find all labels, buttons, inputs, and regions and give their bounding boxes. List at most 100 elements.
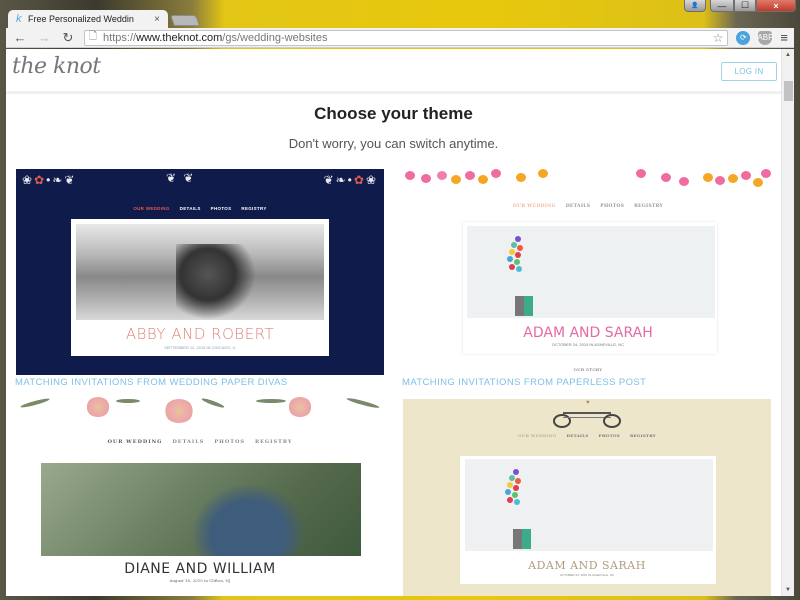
scroll-thumb[interactable]	[784, 81, 793, 101]
couple-figure	[513, 529, 531, 549]
leaf	[346, 396, 380, 410]
theme-nav-item: OUR WEDDING	[512, 204, 556, 209]
wedding-date: OCTOBER 24, 2015 IN ASHEVILLE, NC	[551, 342, 625, 347]
lantern	[405, 171, 415, 180]
tab-strip: k Free Personalized Weddin ×	[8, 10, 201, 28]
lantern	[516, 173, 526, 182]
couple-photo	[465, 459, 713, 551]
couple-figure	[515, 296, 533, 316]
couple-photo	[467, 226, 715, 318]
window-button-group: — ☐ ×	[710, 0, 796, 12]
lantern	[437, 171, 447, 180]
couple-names: ADAM AND SARAH	[528, 559, 646, 572]
theme-card-pink-floral[interactable]: OUR WEDDING DETAILS PHOTOS REGISTRY DIAN…	[16, 395, 384, 596]
leaf	[201, 397, 225, 409]
scroll-up-arrow-icon[interactable]: ▲	[782, 49, 794, 61]
page-viewport: the knot LOG IN Choose your theme Don't …	[6, 49, 794, 596]
lantern	[753, 178, 763, 187]
url-path: /gs/wedding-websites	[222, 31, 328, 44]
our-story-heading: OUR STORY	[573, 367, 603, 372]
forward-button[interactable]: →	[36, 30, 52, 45]
couple-photo	[41, 463, 361, 556]
lantern	[679, 177, 689, 186]
adblock-extension-icon[interactable]: ABP	[757, 30, 773, 45]
back-button[interactable]: ←	[12, 30, 28, 45]
theme-nav-item: PHOTOS	[210, 206, 232, 211]
new-tab-button[interactable]	[169, 15, 201, 26]
site-header: the knot LOG IN	[6, 49, 781, 94]
leaf	[256, 399, 286, 403]
window-controls: 👤 — ☐ ×	[684, 0, 796, 12]
theme-card-lanterns[interactable]: OUR WEDDING DETAILS PHOTOS REGISTRY ADAM…	[403, 169, 773, 379]
url-scheme: https://	[103, 31, 137, 44]
floral-ornament-right: ❦❧•✿❀	[323, 173, 378, 187]
theme-nav-item: REGISTRY	[241, 206, 267, 211]
couple-photo	[76, 224, 324, 320]
lantern	[703, 173, 713, 182]
chrome-menu-icon[interactable]: ≡	[780, 30, 788, 45]
theme-card-navy-floral[interactable]: ❀✿•❧❦ ❦ ❦ ❦❧•✿❀ OUR WEDDING DETAILS PHOT…	[16, 169, 384, 375]
scroll-down-arrow-icon[interactable]: ▼	[782, 584, 794, 596]
tab-title: Free Personalized Weddin	[28, 14, 134, 24]
theme-nav-item: DETAILS	[179, 206, 201, 211]
url-text[interactable]: https://www.theknot.com/gs/wedding-websi…	[103, 32, 713, 44]
leaf	[19, 397, 51, 409]
theme-nav-item: DETAILS	[566, 433, 589, 438]
couple-names: ABBY AND ROBERT	[125, 325, 275, 343]
theme-nav-item: REGISTRY	[629, 433, 656, 438]
wedding-date: SEPTEMBER 12, 2015 IN CHICAGO, IL	[164, 345, 236, 350]
theme-nav: OUR WEDDING DETAILS PHOTOS REGISTRY	[403, 433, 771, 438]
theknot-logo[interactable]: the knot	[12, 54, 101, 79]
lantern	[728, 174, 738, 183]
browser-toolbar: ← → ↻ 🗋 https://www.theknot.com/gs/weddi…	[6, 28, 794, 48]
lantern	[715, 176, 725, 185]
wedding-date: OCTOBER 24, 2015 IN ASHEVILLE, NC	[559, 573, 615, 577]
theme-nav-item: OUR WEDDING	[107, 439, 163, 445]
minimize-button[interactable]: —	[710, 0, 734, 12]
theknot-favicon-icon: k	[16, 13, 22, 25]
browser-tab-active[interactable]: k Free Personalized Weddin ×	[8, 10, 168, 28]
address-bar[interactable]: 🗋 https://www.theknot.com/gs/wedding-web…	[84, 29, 729, 46]
page-title: Choose your theme	[314, 104, 473, 123]
balloons-graphic	[505, 236, 525, 276]
balloons-graphic	[503, 469, 523, 509]
theme-nav: OUR WEDDING DETAILS PHOTOS REGISTRY	[16, 439, 384, 445]
theme-nav-item: OUR WEDDING	[518, 433, 557, 438]
lantern	[491, 169, 501, 178]
wedding-date: August 18, 2015 in Clifton, NJ	[169, 578, 231, 583]
invitations-link-wedding-paper-divas[interactable]: MATCHING INVITATIONS FROM WEDDING PAPER …	[15, 377, 288, 388]
theme-nav-item: REGISTRY	[254, 439, 293, 445]
user-icon: 👤	[691, 3, 699, 9]
theme-nav-item: DETAILS	[565, 204, 591, 209]
bookmark-star-icon[interactable]: ☆	[713, 31, 724, 45]
maximize-button[interactable]: ☐	[734, 0, 756, 12]
tab-close-icon[interactable]: ×	[154, 14, 160, 25]
theme-nav: OUR WEDDING DETAILS PHOTOS REGISTRY	[16, 206, 384, 211]
couple-names: ADAM AND SARAH	[523, 325, 653, 341]
page-subtitle: Don't worry, you can switch anytime.	[288, 136, 499, 151]
minimize-icon: —	[717, 0, 727, 11]
theme-nav-item: DETAILS	[172, 439, 205, 445]
tandem-bicycle-graphic	[553, 406, 621, 428]
lantern	[538, 169, 548, 178]
theme-card-tandem-bicycle[interactable]: ♥ OUR WEDDING DETAILS PHOTOS REGISTRY AD…	[403, 399, 771, 596]
reload-button[interactable]: ↻	[60, 30, 76, 46]
theme-nav: OUR WEDDING DETAILS PHOTOS REGISTRY	[403, 204, 773, 209]
user-profile-button[interactable]: 👤	[684, 0, 706, 12]
vertical-scrollbar[interactable]: ▲ ▼	[781, 49, 794, 596]
lantern-garland	[403, 169, 773, 189]
floral-ornament-center: ❦ ❦	[166, 171, 196, 185]
lantern	[465, 171, 475, 180]
sync-extension-icon[interactable]: ⟳	[736, 30, 751, 45]
close-window-button[interactable]: ×	[756, 0, 796, 12]
flower	[164, 399, 194, 423]
login-button[interactable]: LOG IN	[721, 62, 777, 81]
lantern	[451, 175, 461, 184]
lantern	[761, 169, 771, 178]
lantern	[661, 173, 671, 182]
couple-names: DIANE AND WILLIAM	[124, 561, 276, 577]
invitations-link-paperless-post[interactable]: MATCHING INVITATIONS FROM PAPERLESS POST	[402, 377, 646, 388]
maximize-icon: ☐	[740, 0, 750, 10]
lantern	[478, 175, 488, 184]
theme-nav-item: PHOTOS	[598, 433, 620, 438]
